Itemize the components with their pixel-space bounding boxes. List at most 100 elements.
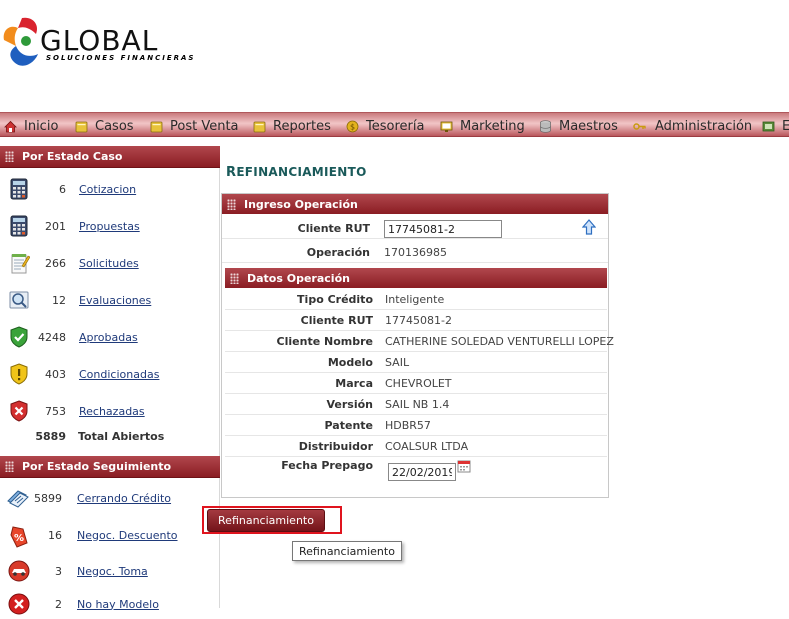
field-value: HDBR57 xyxy=(385,418,431,432)
menu-label: Maestros xyxy=(559,118,618,134)
sidebar-count: 753 xyxy=(45,404,66,418)
panel-header-ingreso: Ingreso Operación xyxy=(222,194,608,214)
menu-marketing[interactable]: Marketing xyxy=(440,116,525,136)
sidebar-item-rechazadas: 753 Rechazadas xyxy=(0,396,220,426)
calendar-icon[interactable] xyxy=(457,459,471,473)
sidebar-link-solicitudes[interactable]: Solicitudes xyxy=(79,257,139,270)
menu-inicio[interactable]: Inicio xyxy=(4,116,58,136)
panel-header-datos: Datos Operación xyxy=(225,268,607,288)
main-menu: Inicio Casos Post Venta Reportes $ Tesor… xyxy=(0,112,789,137)
field-label: Fecha Prepago xyxy=(281,459,373,472)
panel-header-estado-seguimiento: Por Estado Seguimiento xyxy=(0,456,220,478)
total-label: Total Abiertos xyxy=(78,430,165,443)
tooltip: Refinanciamiento xyxy=(292,541,402,561)
field-value: COALSUR LTDA xyxy=(385,439,469,453)
row-cliente-rut: Cliente RUT 17745081-2 xyxy=(225,310,607,331)
sidebar-item-no-hay-modelo: 2 No hay Modelo xyxy=(0,589,220,619)
sidebar-count: 403 xyxy=(45,367,66,381)
panel-title: Datos Operación xyxy=(247,271,350,285)
sidebar-link-cerrando-credito[interactable]: Cerrando Crédito xyxy=(77,492,171,505)
sidebar-link-no-hay-modelo[interactable]: No hay Modelo xyxy=(77,598,159,611)
menu-label: Marketing xyxy=(460,118,525,134)
sidebar-link-negoc-toma[interactable]: Negoc. Toma xyxy=(77,565,148,578)
panel-header-estado-caso: Por Estado Caso xyxy=(0,146,220,168)
sidebar-link-cotizacion[interactable]: Cotizacion xyxy=(79,183,136,196)
menu-reportes[interactable]: Reportes xyxy=(253,116,331,136)
sidebar-link-evaluaciones[interactable]: Evaluaciones xyxy=(79,294,151,307)
operacion-value: 170136985 xyxy=(384,245,447,259)
grip-icon xyxy=(230,272,239,284)
menu-label: Reportes xyxy=(273,118,331,134)
sidebar-item-condicionadas: 403 Condicionadas xyxy=(0,359,220,389)
field-label: Patente xyxy=(324,418,373,432)
field-label: Cliente RUT xyxy=(300,313,373,327)
sidebar-count: 16 xyxy=(48,528,62,542)
svg-text:%: % xyxy=(14,533,24,544)
grip-icon xyxy=(227,198,236,210)
sidebar-link-propuestas[interactable]: Propuestas xyxy=(79,220,140,233)
field-label: Distribuidor xyxy=(298,439,373,453)
field-value: CATHERINE SOLEDAD VENTURELLI LOPEZ xyxy=(385,334,614,348)
field-value: 17745081-2 xyxy=(385,313,452,327)
row-distribuidor: Distribuidor COALSUR LTDA xyxy=(225,436,607,457)
menu-tesoreria[interactable]: $ Tesorería xyxy=(346,116,424,136)
total-abiertos: 5889 Total Abiertos xyxy=(0,430,220,452)
menu-maestros[interactable]: Maestros xyxy=(539,116,618,136)
grip-icon xyxy=(5,461,14,472)
gear-icon xyxy=(762,121,775,131)
fecha-prepago-input[interactable] xyxy=(388,463,456,481)
sidebar-link-negoc-descuento[interactable]: Negoc. Descuento xyxy=(77,529,178,542)
arrow-up-icon[interactable] xyxy=(582,219,596,235)
row-patente: Patente HDBR57 xyxy=(225,415,607,436)
sidebar-count: 3 xyxy=(55,564,62,578)
grip-icon xyxy=(5,151,14,162)
datos-operacion-box: Datos Operación Tipo Crédito Inteligente… xyxy=(225,268,614,481)
sidebar-count: 5899 xyxy=(34,491,62,505)
field-label: Operación xyxy=(306,245,370,259)
sidebar-item-solicitudes: 266 Solicitudes xyxy=(0,248,220,278)
sidebar-count: 2 xyxy=(55,597,62,611)
sidebar-link-rechazadas[interactable]: Rechazadas xyxy=(79,405,145,418)
shield-check-icon xyxy=(10,326,28,348)
refinanciamiento-button[interactable]: Refinanciamiento xyxy=(207,509,325,532)
menu-label: Administración xyxy=(655,118,753,134)
total-count: 5889 xyxy=(35,430,66,443)
menu-label: E xyxy=(782,118,789,134)
sidebar-count: 6 xyxy=(59,182,66,196)
row-marca: Marca CHEVROLET xyxy=(225,373,607,394)
field-value: SAIL xyxy=(385,355,410,369)
brand-tagline: SOLUCIONES FINANCIERAS xyxy=(46,54,196,62)
sidebar-link-condicionadas[interactable]: Condicionadas xyxy=(79,368,159,381)
brand-name: GLOBAL xyxy=(40,24,159,57)
menu-more[interactable]: E xyxy=(762,116,789,136)
sidebar-count: 201 xyxy=(45,219,66,233)
sidebar-count: 12 xyxy=(52,293,66,307)
menu-administracion[interactable]: Administración xyxy=(631,116,752,136)
sidebar-item-aprobadas: 4248 Aprobadas xyxy=(0,322,220,352)
form-refinanciamiento: Ingreso Operación Cliente RUT Operación … xyxy=(221,193,614,498)
page-title-rest: EFINANCIAMIENTO xyxy=(236,165,367,179)
field-label: Cliente RUT xyxy=(297,221,370,235)
key-icon xyxy=(633,122,646,130)
menu-post-venta[interactable]: Post Venta xyxy=(150,116,239,136)
monitor-icon xyxy=(440,121,453,132)
row-tipo-credito: Tipo Crédito Inteligente xyxy=(225,289,607,310)
sidebar-link-aprobadas[interactable]: Aprobadas xyxy=(79,331,138,344)
calculator-icon xyxy=(10,178,28,200)
sidebar-item-negoc-toma: 3 Negoc. Toma xyxy=(0,556,220,586)
sidebar: Por Estado Caso 6 Cotizacion 201 Propues… xyxy=(0,146,220,615)
panel-title: Por Estado Seguimiento xyxy=(22,460,172,473)
menu-casos[interactable]: Casos xyxy=(75,116,134,136)
database-icon xyxy=(540,119,551,133)
menu-label: Inicio xyxy=(24,118,59,134)
magnifier-icon xyxy=(9,291,29,309)
cliente-rut-input[interactable] xyxy=(384,220,502,238)
calculator-icon xyxy=(10,215,28,237)
field-value: CHEVROLET xyxy=(385,376,452,390)
row-version: Versión SAIL NB 1.4 xyxy=(225,394,607,415)
field-label: Tipo Crédito xyxy=(297,292,373,306)
sidebar-count: 266 xyxy=(45,256,66,270)
panel-title: Ingreso Operación xyxy=(244,197,358,211)
coin-icon: $ xyxy=(346,120,359,132)
row-operacion: Operación 170136985 xyxy=(222,242,608,263)
